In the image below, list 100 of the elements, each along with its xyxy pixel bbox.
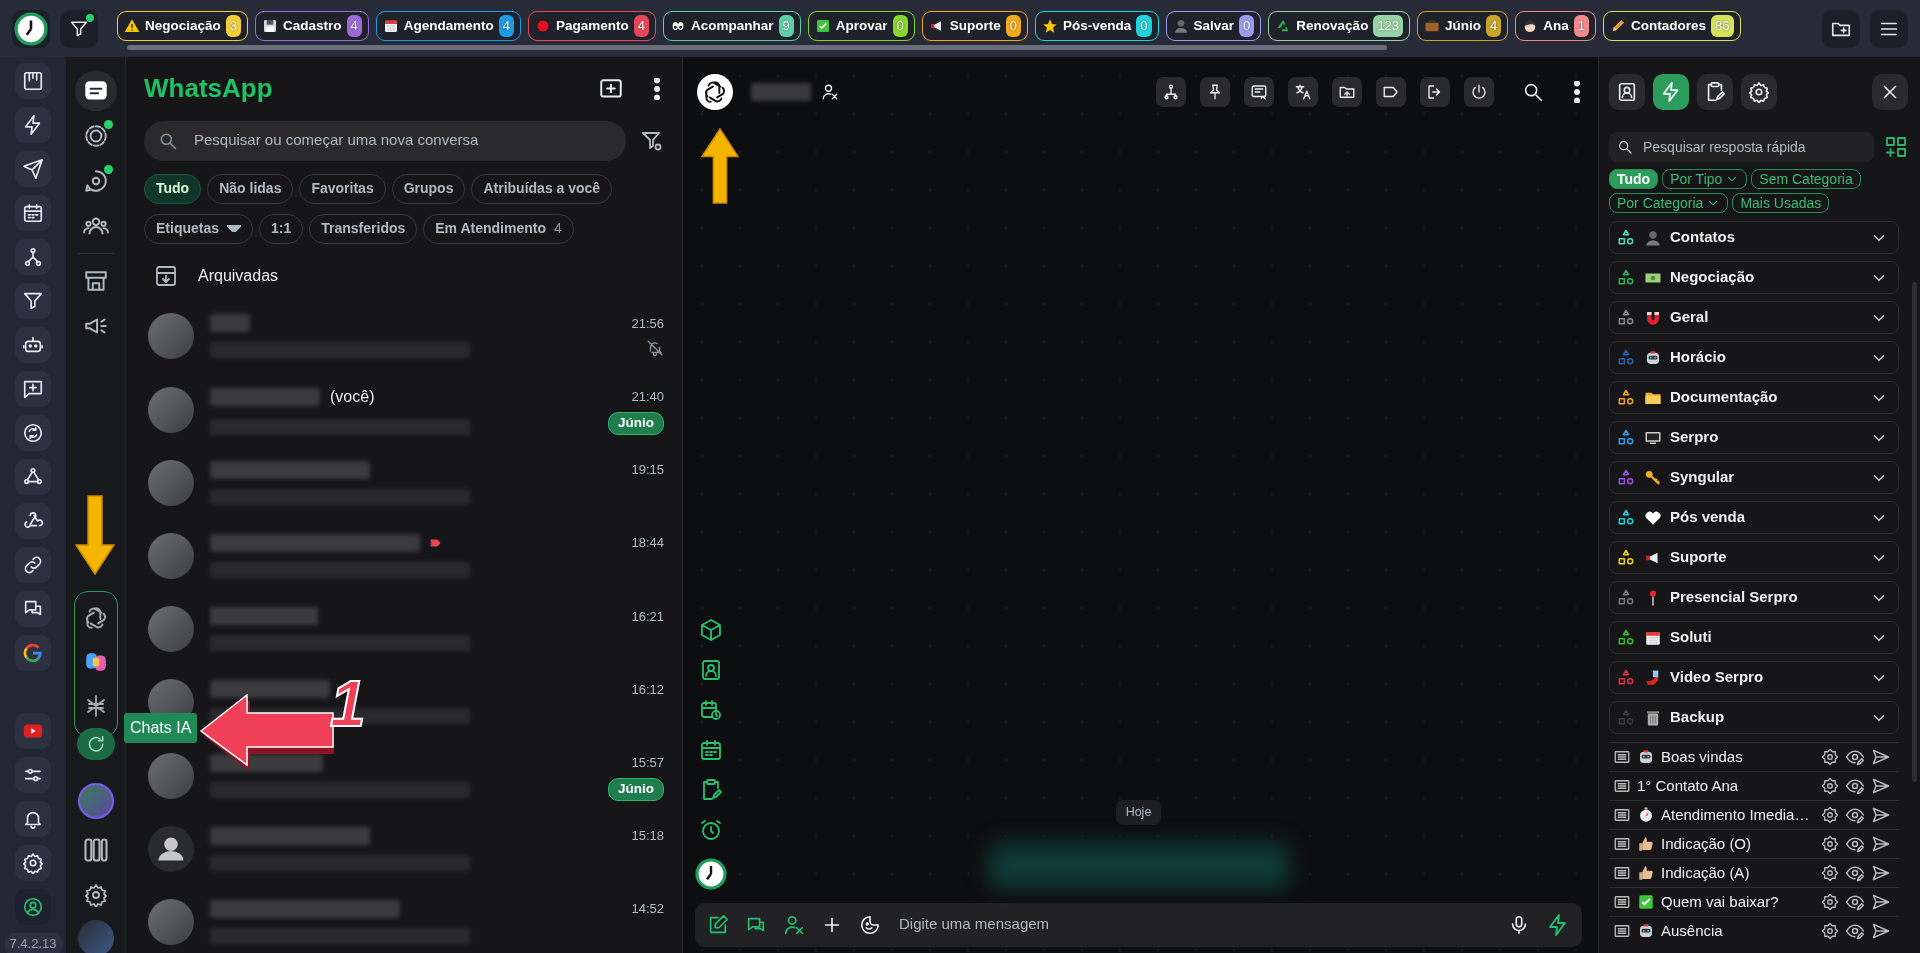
tag-label: Pós-venda xyxy=(1063,16,1132,35)
tag-label: Acompanhar xyxy=(691,16,774,35)
tag-label: Renovação xyxy=(1296,16,1369,35)
tag-count: 0 xyxy=(1005,15,1022,37)
reply-row[interactable]: Ausência xyxy=(1609,916,1899,945)
tag-label: Salvar xyxy=(1193,16,1235,35)
category-row[interactable]: Contatos xyxy=(1609,221,1899,254)
reply-title: Indicação (O) xyxy=(1661,833,1752,854)
tag-count: 9 xyxy=(778,15,794,37)
category-row[interactable]: Pós venda xyxy=(1609,501,1899,534)
category-name: Video Serpro xyxy=(1670,667,1764,688)
tag-count: 4 xyxy=(346,15,362,37)
tag-chip[interactable]: Contadores 86 xyxy=(1603,11,1741,41)
tag-chip[interactable]: Cadastro 4 xyxy=(255,11,369,41)
reply-title: 1° Contato Ana xyxy=(1637,775,1739,796)
category-row[interactable]: Backup xyxy=(1609,701,1899,734)
filter-chip[interactable]: Mais Usadas xyxy=(1732,193,1830,213)
message-input[interactable]: Digite uma mensagem xyxy=(897,912,1492,937)
step-number: 1 xyxy=(330,672,366,736)
reply-row[interactable]: Quem vai baixar? xyxy=(1609,887,1899,916)
tag-label: Pagamento xyxy=(556,16,629,35)
tag-chip[interactable]: Suporte 0 xyxy=(921,11,1029,41)
tag-count: 3 xyxy=(225,15,241,37)
tag-chip[interactable]: Júnio 4 xyxy=(1417,11,1509,41)
category-row[interactable]: Serpro xyxy=(1609,421,1899,454)
tag-chip[interactable]: Pós-venda 0 xyxy=(1035,11,1159,41)
tag-chip[interactable]: Agendamento 4 xyxy=(375,11,521,41)
category-row[interactable]: Documentação xyxy=(1609,381,1899,414)
reply-row[interactable]: 1° Contato Ana xyxy=(1609,771,1899,800)
category-name: Syngular xyxy=(1670,467,1735,488)
chat-time: 15:57 xyxy=(631,753,664,772)
filter-chip[interactable]: Por Categoria xyxy=(1609,193,1729,213)
date-separator: Hoje xyxy=(1115,799,1162,825)
chat-time: 16:21 xyxy=(631,607,664,626)
reply-row[interactable]: Indicação (O) xyxy=(1609,829,1899,858)
search-field[interactable]: Pesquisar resposta rápida xyxy=(1609,132,1874,162)
chat-time: 19:15 xyxy=(631,461,664,480)
tag-chip[interactable]: Salvar 0 xyxy=(1165,11,1262,41)
archived-row[interactable]: Arquivadas xyxy=(144,251,664,300)
category-name: Negociação xyxy=(1670,267,1755,288)
chip-count: 4 xyxy=(554,219,562,239)
search-input[interactable]: Pesquisar resposta rápida xyxy=(1641,135,1866,159)
tag-label: Agendamento xyxy=(403,16,494,35)
chat-time: 21:56 xyxy=(631,314,664,333)
tag-chip[interactable]: Ana 1 xyxy=(1515,11,1597,41)
filter-chip[interactable]: Sem Categoria xyxy=(1751,169,1861,189)
category-row[interactable]: Negociação xyxy=(1609,261,1899,294)
contact-suffix: (você) xyxy=(330,386,375,407)
chat-time: 16:12 xyxy=(631,680,664,699)
tag-count: 0 xyxy=(1239,15,1255,37)
tag-count: 4 xyxy=(498,15,514,37)
tooltip: Chats IA xyxy=(124,713,198,743)
tag-count: 0 xyxy=(892,15,908,37)
reply-row[interactable]: Indicação (A) xyxy=(1609,858,1899,887)
category-row[interactable]: Soluti xyxy=(1609,621,1899,654)
category-row[interactable]: Suporte xyxy=(1609,541,1899,574)
tag-label: Cadastro xyxy=(283,16,342,35)
search-input[interactable]: Pesquisar ou começar uma nova conversa xyxy=(192,128,612,153)
reply-row[interactable]: Boas vindas xyxy=(1609,742,1899,771)
category-name: Horácio xyxy=(1670,347,1726,368)
reply-title: Indicação (A) xyxy=(1661,862,1750,883)
category-row[interactable]: Geral xyxy=(1609,301,1899,334)
reply-title: Ausência xyxy=(1661,920,1723,941)
tag-count: 4 xyxy=(633,15,650,37)
filter-chip[interactable]: Por Tipo xyxy=(1662,169,1748,189)
tag-chip[interactable]: Renovação 123 xyxy=(1268,11,1411,41)
category-row[interactable]: Video Serpro xyxy=(1609,661,1899,694)
chat-label: Júnio xyxy=(608,778,664,801)
category-name: Suporte xyxy=(1670,547,1727,568)
version-label: 7.4.2.13 xyxy=(4,933,62,953)
tag-label: Júnio xyxy=(1445,16,1482,35)
archived-label: Arquivadas xyxy=(198,265,279,286)
tag-count: 86 xyxy=(1711,15,1734,37)
message-composer[interactable]: Digite uma mensagem xyxy=(695,902,1582,947)
category-row[interactable]: Horácio xyxy=(1609,341,1899,374)
category-name: Documentação xyxy=(1670,387,1778,408)
tag-label: Contadores xyxy=(1631,16,1707,35)
chat-time: 14:52 xyxy=(631,900,664,919)
category-name: Backup xyxy=(1670,707,1725,728)
tag-label: Suporte xyxy=(949,16,1001,35)
chat-time: 15:18 xyxy=(631,827,664,846)
tag-label: Negociação xyxy=(145,16,221,35)
category-row[interactable]: Syngular xyxy=(1609,461,1899,494)
tag-chip[interactable]: Aprovar 0 xyxy=(807,11,915,41)
filter-chip[interactable]: Tudo xyxy=(144,173,202,204)
tag-chip[interactable]: Negociação 3 xyxy=(117,11,248,41)
app-title: WhatsApp xyxy=(144,72,273,106)
category-name: Pós venda xyxy=(1670,507,1746,528)
category-name: Geral xyxy=(1670,307,1709,328)
tag-count: 1 xyxy=(1573,15,1590,37)
tag-chip[interactable]: Pagamento 4 xyxy=(528,11,657,41)
reply-row[interactable]: Atendimento Imedia… xyxy=(1609,800,1899,829)
reply-title: Atendimento Imedia… xyxy=(1661,804,1810,825)
tag-label: Ana xyxy=(1543,16,1569,35)
search-field[interactable]: Pesquisar ou começar uma nova conversa xyxy=(144,120,626,161)
tag-count: 123 xyxy=(1373,15,1404,37)
chat-time: 18:44 xyxy=(631,534,664,553)
tag-chip[interactable]: Acompanhar 9 xyxy=(663,11,801,41)
category-row[interactable]: Presencial Serpro xyxy=(1609,581,1899,614)
tag-count: 0 xyxy=(1136,15,1152,37)
